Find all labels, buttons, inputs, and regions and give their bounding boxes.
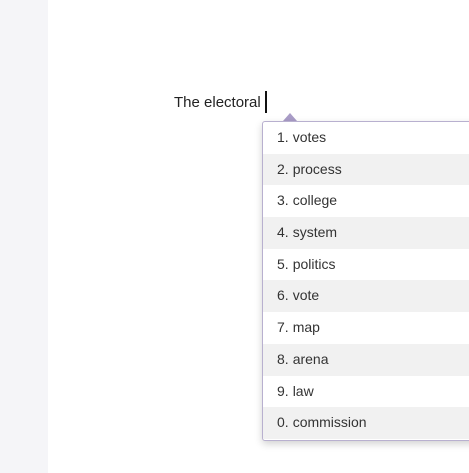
suggestion-item[interactable]: 2. process [263,153,469,186]
suggestion-word: politics [292,255,336,272]
suggestion-word: college [292,192,338,209]
suggestion-pointer [283,113,297,121]
suggestion-number: 3. [277,192,289,209]
text-caret [264,91,267,113]
suggestion-number: 2. [277,160,289,177]
left-gutter [0,0,48,473]
editor-text-line[interactable]: The electoral [174,90,267,114]
suggestion-number: 9. [277,382,289,399]
editor-text: The electoral [174,93,261,111]
word-suggestion-list: 1. votes 2. process 3. college 4. system 5. p… [262,121,469,441]
suggestion-number: 5. [277,255,289,272]
suggestion-number: 7. [277,319,289,336]
suggestion-word: law [292,382,314,399]
suggestion-number: 6. [277,287,289,304]
suggestion-item[interactable]: 4. system [263,217,469,249]
suggestion-item[interactable]: 6. vote [263,280,469,313]
suggestion-word: votes [292,129,327,145]
suggestion-number: 4. [277,224,289,241]
suggestion-number: 0. [277,414,289,431]
suggestion-word: arena [292,350,329,367]
suggestion-word: process [292,160,342,177]
suggestion-item[interactable]: 5. politics [263,249,469,281]
suggestion-item[interactable]: 3. college [263,185,469,217]
suggestion-number: 8. [277,350,289,367]
suggestion-word: system [292,224,338,241]
suggestion-word: commission [292,414,367,431]
suggestion-item[interactable]: 8. arena [263,343,469,376]
suggestion-item[interactable]: 9. law [263,376,469,408]
suggestion-word: vote [292,287,320,304]
suggestion-item[interactable]: 7. map [263,312,469,344]
suggestion-number: 1. [277,129,289,145]
suggestion-word: map [292,319,320,336]
suggestion-item[interactable]: 0. commission [263,407,469,439]
suggestion-item[interactable]: 1. votes [263,122,469,154]
